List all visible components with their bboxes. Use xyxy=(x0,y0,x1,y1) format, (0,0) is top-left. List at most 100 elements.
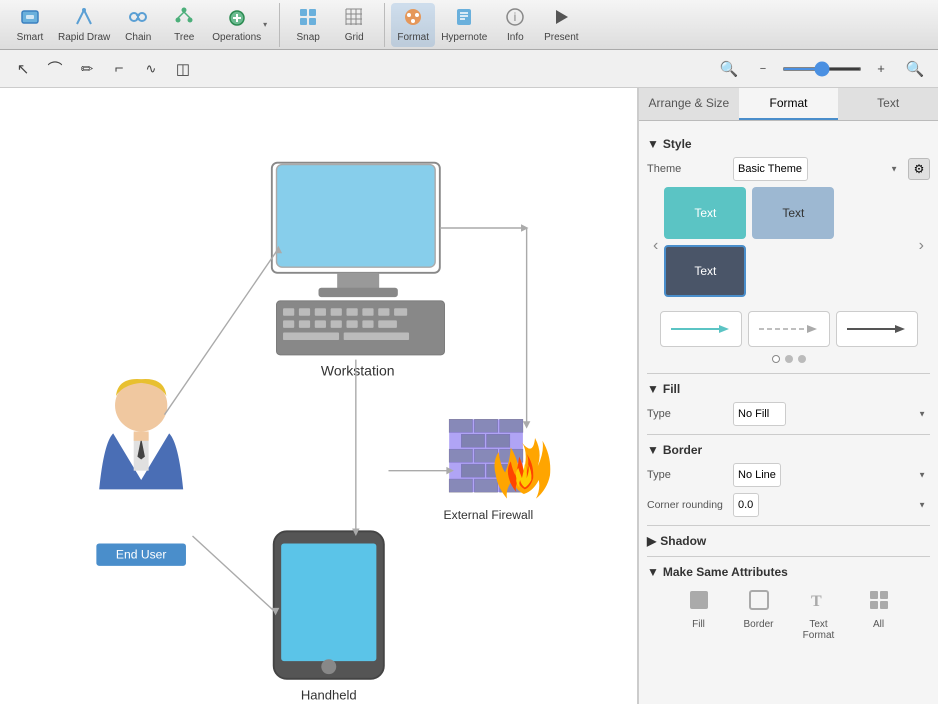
tab-arrange[interactable]: Arrange & Size xyxy=(639,88,739,120)
border-type-select-wrapper: No Line Solid Dashed xyxy=(733,463,930,487)
svg-text:T: T xyxy=(811,593,822,610)
style-prev-button[interactable]: ‹ xyxy=(647,237,664,255)
border-label: Border xyxy=(663,443,702,457)
shadow-arrow: ▶ xyxy=(647,534,656,548)
same-fill-button[interactable]: Fill xyxy=(674,589,724,641)
shape-tool[interactable]: ◫ xyxy=(168,55,198,83)
svg-text:External Firewall: External Firewall xyxy=(444,508,534,522)
info-icon: i xyxy=(504,6,526,31)
canvas[interactable]: Workstation End User xyxy=(0,88,638,704)
same-attrs-grid: Fill Border T Text Format xyxy=(647,585,930,645)
same-all-button[interactable]: All xyxy=(854,589,904,641)
bezier-tool[interactable]: ∿ xyxy=(136,55,166,83)
grid-icon xyxy=(343,6,365,31)
canvas-diagram: Workstation End User xyxy=(0,88,637,704)
chain-label: Chain xyxy=(125,32,151,43)
corner-label: Corner rounding xyxy=(647,499,727,511)
chain-button[interactable]: Chain xyxy=(116,3,160,47)
same-text-format-button[interactable]: T Text Format xyxy=(794,589,844,641)
style-card-3[interactable]: Text xyxy=(664,245,746,297)
panel-tabs: Arrange & Size Format Text xyxy=(639,88,938,121)
same-attrs-arrow: ▼ xyxy=(647,565,659,579)
theme-select-wrapper: Basic Theme Modern Classic xyxy=(733,157,902,181)
theme-label: Theme xyxy=(647,163,727,175)
corner-select-wrapper: 0.0 2.0 4.0 xyxy=(733,493,930,517)
pagination-dots xyxy=(647,355,930,363)
page-dot-2[interactable] xyxy=(785,355,793,363)
rapid-draw-icon xyxy=(73,6,95,31)
smart-icon xyxy=(19,6,41,31)
fill-type-select[interactable]: No Fill Solid Gradient xyxy=(733,402,786,426)
toolbar-group-view: Snap Grid xyxy=(286,3,385,47)
hypernote-button[interactable]: Hypernote xyxy=(437,3,491,47)
zoom-fit-button[interactable]: 🔍 xyxy=(900,55,930,83)
format-button[interactable]: Format xyxy=(391,3,435,47)
hypernote-icon xyxy=(453,6,475,31)
format-label: Format xyxy=(397,32,429,43)
tree-button[interactable]: Tree xyxy=(162,3,206,47)
arrow-card-1[interactable] xyxy=(660,311,742,347)
style-cards-nav: ‹ Text Text Text › xyxy=(647,187,930,305)
page-dot-1[interactable] xyxy=(772,355,780,363)
tree-label: Tree xyxy=(174,32,194,43)
fill-type-select-wrapper: No Fill Solid Gradient xyxy=(733,402,930,426)
present-button[interactable]: Present xyxy=(539,3,583,47)
arrow-card-3[interactable] xyxy=(836,311,918,347)
style-cards: Text Text Text xyxy=(664,187,912,297)
style-next-button[interactable]: › xyxy=(913,237,930,255)
rapid-draw-button[interactable]: Rapid Draw xyxy=(54,3,114,47)
page-dot-3[interactable] xyxy=(798,355,806,363)
svg-text:Workstation: Workstation xyxy=(321,362,395,378)
zoom-in-button[interactable]: − xyxy=(748,55,778,83)
border-type-select[interactable]: No Line Solid Dashed xyxy=(733,463,781,487)
operations-label: Operations xyxy=(212,32,261,43)
all-icon xyxy=(868,589,890,616)
theme-gear-button[interactable]: ⚙ xyxy=(908,158,930,180)
pencil-tool[interactable]: ✏ xyxy=(72,55,102,83)
info-button[interactable]: i Info xyxy=(493,3,537,47)
fill-section: ▼ Fill Type No Fill Solid Gradient xyxy=(647,382,930,426)
chain-icon xyxy=(127,6,149,31)
tab-format[interactable]: Format xyxy=(739,88,839,120)
operations-button[interactable]: Operations ▾ xyxy=(208,3,271,47)
style-arrow: ▼ xyxy=(647,137,659,151)
border-section: ▼ Border Type No Line Solid Dashed Corne… xyxy=(647,443,930,517)
zoom-plus-button[interactable]: + xyxy=(866,55,896,83)
smart-button[interactable]: Smart xyxy=(8,3,52,47)
border-arrow: ▼ xyxy=(647,443,659,457)
pointer-tool[interactable]: ↖ xyxy=(8,55,38,83)
shadow-section: ▶ Shadow xyxy=(647,534,930,548)
zoom-out-button[interactable]: 🔍 xyxy=(714,55,744,83)
arrow-cards xyxy=(647,311,930,347)
curve-tool[interactable]: ⌒ xyxy=(40,55,70,83)
style-card-2[interactable]: Text xyxy=(752,187,834,239)
style-section-header[interactable]: ▼ Style xyxy=(647,137,930,151)
same-border-button[interactable]: Border xyxy=(734,589,784,641)
border-section-header[interactable]: ▼ Border xyxy=(647,443,930,457)
snap-icon xyxy=(297,6,319,31)
panel-content: ▼ Style Theme Basic Theme Modern Classic… xyxy=(639,121,938,704)
toolbar-group-panels: Format Hypernote i Info Present xyxy=(391,3,591,47)
fill-type-label: Type xyxy=(647,408,727,420)
toolbar: Smart Rapid Draw Chain Tree O xyxy=(0,0,938,50)
same-attrs-header[interactable]: ▼ Make Same Attributes xyxy=(647,565,930,579)
operations-arrow: ▾ xyxy=(263,20,267,29)
tab-text[interactable]: Text xyxy=(838,88,938,120)
style-card-1[interactable]: Text xyxy=(664,187,746,239)
svg-text:Handheld: Handheld xyxy=(301,687,357,702)
shadow-label: Shadow xyxy=(660,534,706,548)
format-icon xyxy=(402,6,424,31)
snap-button[interactable]: Snap xyxy=(286,3,330,47)
present-label: Present xyxy=(544,32,578,43)
fill-section-header[interactable]: ▼ Fill xyxy=(647,382,930,396)
right-panel: Arrange & Size Format Text ▼ Style Theme xyxy=(638,88,938,704)
fill-label: Fill xyxy=(663,382,680,396)
angle-tool[interactable]: ⌐ xyxy=(104,55,134,83)
arrow-card-2[interactable] xyxy=(748,311,830,347)
grid-button[interactable]: Grid xyxy=(332,3,376,47)
theme-select[interactable]: Basic Theme Modern Classic xyxy=(733,157,808,181)
zoom-slider[interactable] xyxy=(782,67,862,71)
corner-select[interactable]: 0.0 2.0 4.0 xyxy=(733,493,759,517)
fill-icon xyxy=(688,589,710,616)
shadow-section-header[interactable]: ▶ Shadow xyxy=(647,534,930,548)
